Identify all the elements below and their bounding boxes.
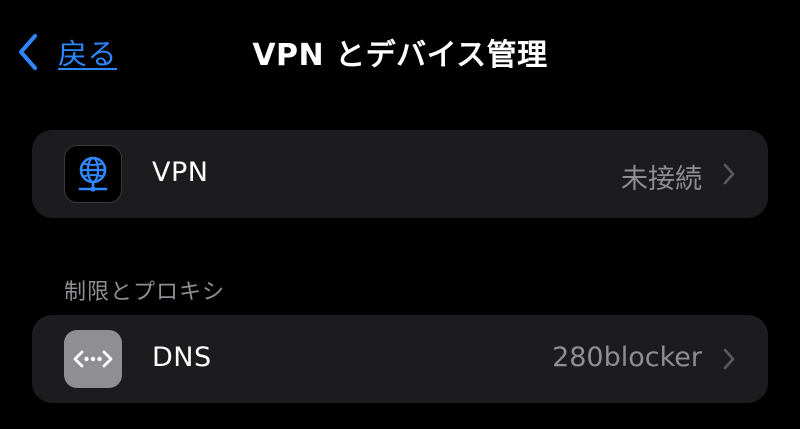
navigation-bar: 戻る VPN とデバイス管理 [0, 0, 800, 104]
chevron-right-icon [722, 162, 736, 186]
dns-group: DNS 280blocker [32, 315, 768, 403]
section-header-restrictions: 制限とプロキシ [64, 280, 226, 305]
back-button[interactable]: 戻る [14, 30, 117, 74]
page-title: VPN とデバイス管理 [252, 38, 548, 73]
vpn-globe-icon [64, 145, 122, 203]
vpn-row-label: VPN [152, 157, 209, 188]
vpn-row[interactable]: VPN 未接続 [32, 130, 768, 218]
dns-row[interactable]: DNS 280blocker [32, 315, 768, 403]
vpn-status-value: 未接続 [621, 164, 702, 195]
dns-setting-value: 280blocker [552, 342, 702, 373]
chevron-right-icon [722, 347, 736, 371]
chevron-left-icon [14, 32, 42, 72]
back-button-label[interactable]: 戻る [58, 31, 117, 73]
dns-icon [64, 330, 122, 388]
dns-row-label: DNS [152, 342, 212, 373]
vpn-group: VPN 未接続 [32, 130, 768, 218]
